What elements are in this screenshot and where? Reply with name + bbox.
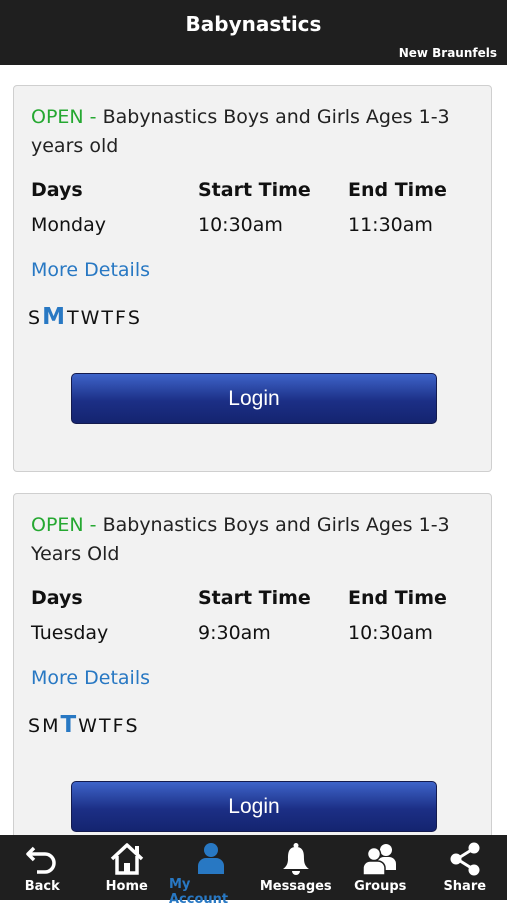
- weekday-letter: S: [28, 307, 40, 329]
- weekday-letter: S: [28, 715, 40, 737]
- days-header: Days: [31, 179, 83, 201]
- class-day: Tuesday: [31, 622, 108, 644]
- class-start-time: 9:30am: [198, 622, 271, 644]
- weekday-letter: S: [128, 307, 140, 329]
- weekday-letter: W: [81, 307, 100, 329]
- class-title: OPEN - Babynastics Boys and Girls Ages 1…: [31, 511, 451, 569]
- start-time-header: Start Time: [198, 179, 311, 201]
- tab-label: Back: [25, 879, 60, 894]
- back-icon: [25, 841, 59, 877]
- class-end-time: 10:30am: [348, 622, 433, 644]
- weekday-letter: W: [78, 715, 97, 737]
- groups-icon: [361, 841, 399, 877]
- login-button[interactable]: Login: [71, 781, 437, 832]
- weekday-indicator: SMTWTFS: [28, 304, 142, 330]
- end-time-header: End Time: [348, 179, 447, 201]
- end-time-header: End Time: [348, 587, 447, 609]
- tab-label: Groups: [354, 879, 406, 894]
- weekday-letter: M: [42, 304, 65, 330]
- bottom-tab-bar: Back Home My Account Messages Groups Sha…: [0, 835, 507, 900]
- more-details-link[interactable]: More Details: [31, 259, 150, 281]
- weekday-letter: T: [101, 307, 113, 329]
- weekday-letter: F: [113, 715, 124, 737]
- tab-share[interactable]: Share: [423, 835, 507, 900]
- more-details-link[interactable]: More Details: [31, 667, 150, 689]
- share-icon: [448, 841, 482, 877]
- status-label: OPEN -: [31, 514, 103, 536]
- tab-back[interactable]: Back: [0, 835, 85, 900]
- tab-label: Share: [443, 879, 486, 894]
- days-header: Days: [31, 587, 83, 609]
- weekday-letter: T: [99, 715, 111, 737]
- tab-my-account[interactable]: My Account: [169, 835, 254, 900]
- top-bar: Babynastics New Braunfels: [0, 0, 507, 65]
- home-icon: [109, 841, 145, 877]
- bell-icon: [281, 841, 311, 877]
- login-button[interactable]: Login: [71, 373, 437, 424]
- class-title: OPEN - Babynastics Boys and Girls Ages 1…: [31, 103, 451, 161]
- class-end-time: 11:30am: [348, 214, 433, 236]
- weekday-letter: S: [126, 715, 138, 737]
- page-title: Babynastics: [0, 12, 507, 36]
- weekday-letter: F: [115, 307, 126, 329]
- location-label: New Braunfels: [399, 46, 497, 60]
- tab-messages[interactable]: Messages: [254, 835, 339, 900]
- status-label: OPEN -: [31, 106, 103, 128]
- account-icon: [196, 841, 226, 875]
- class-card: OPEN - Babynastics Boys and Girls Ages 1…: [13, 85, 492, 472]
- class-start-time: 10:30am: [198, 214, 283, 236]
- class-card: OPEN - Babynastics Boys and Girls Ages 1…: [13, 493, 492, 835]
- weekday-letter: T: [67, 307, 79, 329]
- class-list[interactable]: OPEN - Babynastics Boys and Girls Ages 1…: [0, 65, 507, 835]
- tab-label: My Account: [169, 877, 254, 907]
- tab-label: Home: [106, 879, 148, 894]
- tab-label: Messages: [260, 879, 332, 894]
- tab-groups[interactable]: Groups: [338, 835, 423, 900]
- weekday-letter: T: [60, 712, 76, 738]
- weekday-letter: M: [42, 715, 58, 737]
- tab-home[interactable]: Home: [85, 835, 170, 900]
- weekday-indicator: SMTWTFS: [28, 712, 140, 738]
- start-time-header: Start Time: [198, 587, 311, 609]
- class-day: Monday: [31, 214, 106, 236]
